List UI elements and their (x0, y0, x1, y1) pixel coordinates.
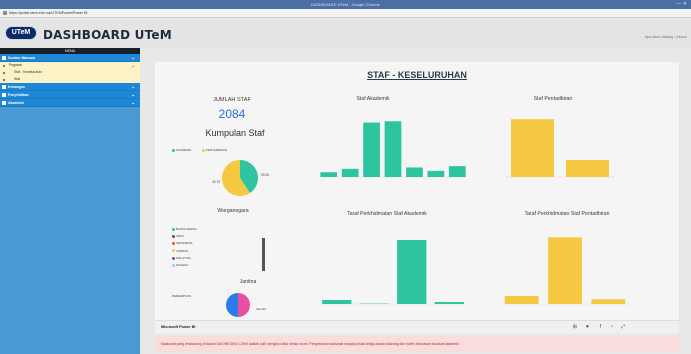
chart-bar (363, 122, 380, 177)
chart-bar (397, 240, 427, 304)
chart-bar (384, 121, 402, 177)
chart-bar (511, 119, 554, 177)
chart-bar (406, 167, 423, 177)
jantina-pie-slice (226, 293, 238, 317)
pie-label: 59.26 (261, 173, 269, 177)
powerbi-bar: Microsoft Power BI ⊞ ♥ f ◔ ⤢ (155, 320, 679, 334)
chart-bar (504, 296, 539, 304)
chart-bar (548, 237, 582, 304)
chart-bar (566, 160, 609, 177)
dashboard-visuals: 40.74 59.26 (212, 119, 630, 317)
chart-bar (341, 168, 359, 177)
confidential-notice: Maklumat yang terkandung di dalam DASHBO… (155, 336, 679, 352)
chart-bar (448, 166, 466, 177)
twitter-icon[interactable]: ♥ (586, 324, 589, 330)
facebook-icon[interactable]: f (600, 324, 601, 330)
chart-bar (427, 170, 445, 177)
settings-icon[interactable]: ◔ (610, 324, 613, 330)
share-icon[interactable]: ⊞ (573, 324, 577, 330)
powerbi-label: Microsoft Power BI (161, 325, 196, 329)
chart-bar (434, 302, 464, 304)
pie-label: 40.74 (212, 180, 220, 184)
fullscreen-icon[interactable]: ⤢ (621, 324, 625, 330)
chart-bar (591, 299, 626, 304)
chart-bar (322, 300, 352, 304)
chart-bar (320, 172, 338, 177)
jantina-pie-slice (238, 293, 250, 317)
warganegara-bar (262, 238, 265, 271)
